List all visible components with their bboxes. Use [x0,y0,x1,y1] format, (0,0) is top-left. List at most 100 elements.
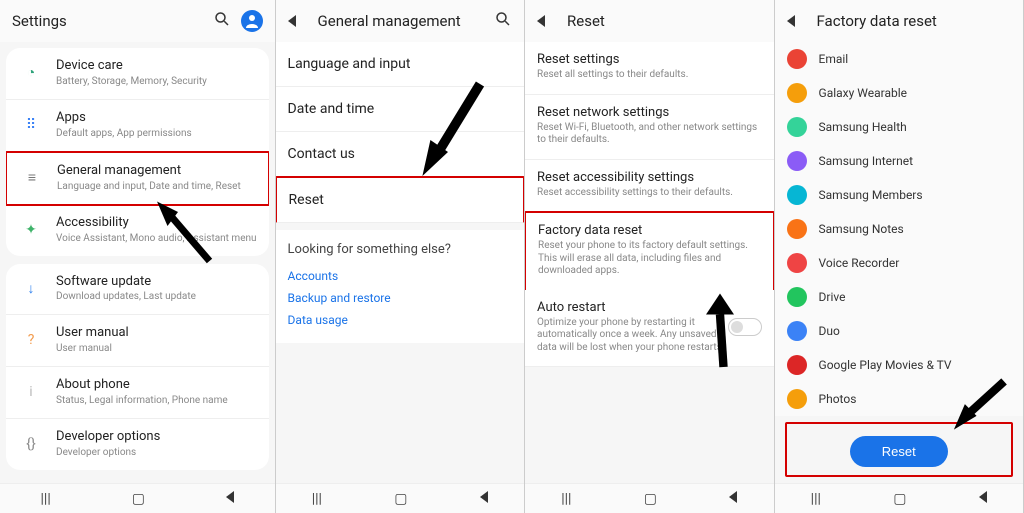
settings-list: ◔ Device careBattery, Storage, Memory, Se… [0,42,275,483]
reset-item-sub: Reset your phone to its factory default … [538,240,760,278]
reset-item-auto-restart[interactable]: Auto restartOptimize your phone by resta… [525,290,773,368]
link-data-usage[interactable]: Data usage [288,309,512,331]
home-button[interactable]: ▢ [893,491,906,507]
app-name: Samsung Notes [819,222,904,236]
navigation-bar: ||| ▢ [775,483,1023,513]
reset-item-factory-data-reset[interactable]: Factory data reset Reset your phone to it… [525,211,773,291]
navigation-bar: ||| ▢ [525,483,773,513]
app-item-samsung-internet: Samsung Internet [775,144,1023,178]
settings-item-sub: Voice Assistant, Mono audio, Assistant m… [56,233,257,245]
reset-item-label: Reset settings [537,52,761,67]
settings-item-icon: ≡ [19,165,45,191]
app-item-samsung-members: Samsung Members [775,178,1023,212]
gm-item-reset[interactable]: Reset [276,176,524,223]
settings-item-label: User manual [56,325,257,342]
gm-item-language-and-input[interactable]: Language and input [276,42,524,87]
settings-item-label: Apps [56,110,257,127]
navigation-bar: ||| ▢ [0,483,275,513]
recents-button[interactable]: ||| [811,491,821,507]
reset-item-reset-accessibility-settings[interactable]: Reset accessibility settingsReset access… [525,160,773,213]
settings-item-icon: ↓ [18,276,44,302]
search-icon[interactable] [213,10,231,32]
settings-item-texts: AccessibilityVoice Assistant, Mono audio… [56,215,257,245]
reset-item-reset-settings[interactable]: Reset settingsReset all settings to thei… [525,42,773,95]
gm-item-date-and-time[interactable]: Date and time [276,87,524,132]
reset-button[interactable]: Reset [850,436,948,467]
back-button[interactable] [226,491,234,507]
back-icon[interactable] [537,12,555,30]
app-item-samsung-notes: Samsung Notes [775,212,1023,246]
settings-item-accessibility[interactable]: ✦ AccessibilityVoice Assistant, Mono audi… [6,205,269,256]
settings-item-apps[interactable]: ⠿ AppsDefault apps, App permissions [6,100,269,152]
reset-list: Reset settingsReset all settings to thei… [525,42,773,483]
pane-reset: Reset Reset settingsReset all settings t… [525,0,774,513]
app-icon [787,253,807,273]
header: Factory data reset [775,0,1023,42]
app-name: Voice Recorder [819,256,900,270]
settings-item-sub: Language and input, Date and time, Reset [57,181,256,193]
reset-item-sub: Reset Wi-Fi, Bluetooth, and other networ… [537,122,761,147]
app-item-drive: Drive [775,280,1023,314]
header-title: Factory data reset [817,12,1011,30]
app-icon [787,389,807,409]
settings-item-sub: Battery, Storage, Memory, Security [56,76,257,88]
home-button[interactable]: ▢ [132,491,145,507]
settings-item-device-care[interactable]: ◔ Device careBattery, Storage, Memory, Se… [6,48,269,100]
app-item-email: Email [775,42,1023,76]
settings-item-label: Developer options [56,429,257,446]
app-icon [787,287,807,307]
settings-item-about-phone[interactable]: iAbout phoneStatus, Legal information, P… [6,367,269,419]
app-icon [787,355,807,375]
gm-list: Language and inputDate and timeContact u… [276,42,524,483]
back-button[interactable] [480,491,488,507]
reset-item-reset-network-settings[interactable]: Reset network settings Reset Wi-Fi, Bluet… [525,95,773,160]
reset-item-label: Factory data reset [538,223,760,238]
toggle-switch[interactable] [728,318,762,336]
home-button[interactable]: ▢ [644,491,657,507]
recents-button[interactable]: ||| [41,491,51,507]
app-item-galaxy-wearable: Galaxy Wearable [775,76,1023,110]
app-name: Samsung Internet [819,154,914,168]
app-icon [787,321,807,341]
reset-item-label: Reset network settings [537,105,761,120]
app-icon [787,185,807,205]
header-title: Reset [567,12,761,30]
settings-item-general-management[interactable]: ≡ General managementLanguage and input, D… [6,151,269,206]
header-title: General management [318,12,494,30]
settings-item-developer-options[interactable]: {}Developer optionsDeveloper options [6,419,269,470]
app-item-voice-recorder: Voice Recorder [775,246,1023,280]
settings-item-label: General management [57,163,256,180]
app-name: Drive [819,290,846,304]
pane-general-management: General management Language and inputDat… [276,0,525,513]
back-button[interactable] [729,491,737,507]
gm-item-contact-us[interactable]: Contact us [276,132,524,177]
app-icon [787,219,807,239]
app-name: Duo [819,324,840,338]
settings-item-software-update[interactable]: ↓Software updateDownload updates, Last u… [6,264,269,316]
profile-avatar[interactable] [241,10,263,32]
link-accounts[interactable]: Accounts [288,265,512,287]
settings-item-icon: ✦ [18,217,44,243]
settings-item-texts: About phoneStatus, Legal information, Ph… [56,377,257,407]
home-button[interactable]: ▢ [394,491,407,507]
settings-item-icon: ⠿ [18,112,44,138]
reset-item-sub: Optimize your phone by restarting it aut… [537,317,727,355]
settings-item-icon: ◔ [18,60,44,86]
back-icon[interactable] [288,12,306,30]
settings-item-texts: Developer optionsDeveloper options [56,429,257,459]
navigation-bar: ||| ▢ [276,483,524,513]
search-icon[interactable] [494,10,512,32]
reset-item-sub: Reset accessibility settings to their de… [537,187,761,200]
recents-button[interactable]: ||| [312,491,322,507]
recents-button[interactable]: ||| [561,491,571,507]
pane-settings: Settings ◔Device careBattery, Storage, M… [0,0,276,513]
settings-item-user-manual[interactable]: ?User manualUser manual [6,315,269,367]
settings-item-texts: Device careBattery, Storage, Memory, Sec… [56,58,257,88]
app-name: Email [819,52,849,66]
back-icon[interactable] [787,12,805,30]
settings-item-texts: AppsDefault apps, App permissions [56,110,257,140]
settings-item-sub: Developer options [56,447,257,459]
back-button[interactable] [979,491,987,507]
link-backup-and-restore[interactable]: Backup and restore [288,287,512,309]
app-name: Google Play Movies & TV [819,358,952,372]
